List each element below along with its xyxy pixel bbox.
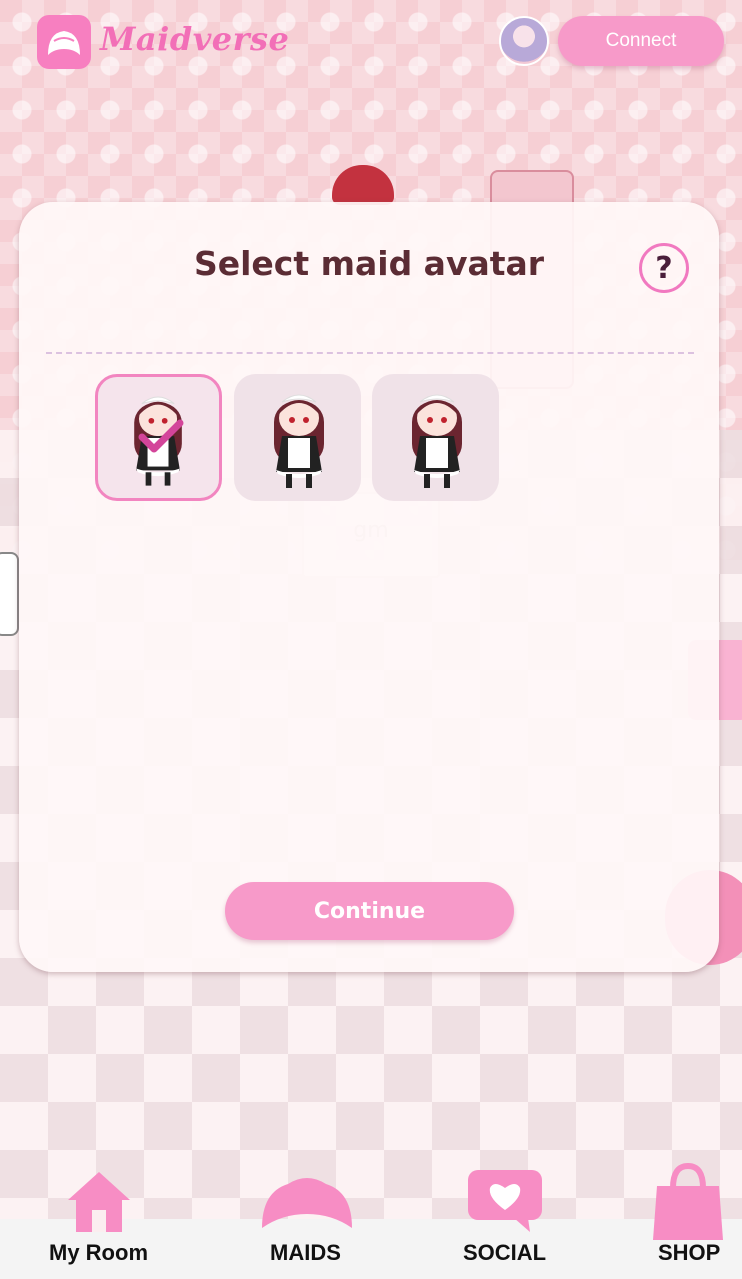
nav-label: My Room	[49, 1240, 148, 1265]
shopping-bag-icon	[653, 1162, 723, 1240]
app-title: Maidverse	[100, 20, 290, 58]
divider	[46, 352, 694, 354]
maid-headband-icon	[262, 1178, 352, 1228]
avatar-option-3[interactable]	[372, 374, 499, 501]
maid-avatar-icon	[412, 394, 462, 488]
nav-label: MAIDS	[270, 1240, 341, 1265]
avatar-option-1[interactable]	[95, 374, 222, 501]
maid-avatar-icon	[274, 394, 324, 488]
connect-button[interactable]: Connect	[558, 16, 724, 66]
house-icon	[68, 1172, 130, 1232]
continue-button[interactable]: Continue	[225, 882, 514, 940]
nav-label: SHOP	[658, 1240, 721, 1265]
heart-chat-icon	[468, 1170, 542, 1232]
select-avatar-modal: Select maid avatar ? Continue	[19, 202, 719, 972]
left-side-tab[interactable]	[0, 552, 19, 636]
checkmark-icon	[138, 419, 184, 453]
nav-label: SOCIAL	[463, 1240, 547, 1265]
modal-title: Select maid avatar	[193, 244, 545, 283]
help-button[interactable]: ?	[639, 243, 689, 293]
user-avatar[interactable]	[499, 16, 549, 66]
maidverse-logo-icon	[37, 15, 91, 69]
avatar-option-2[interactable]	[234, 374, 361, 501]
